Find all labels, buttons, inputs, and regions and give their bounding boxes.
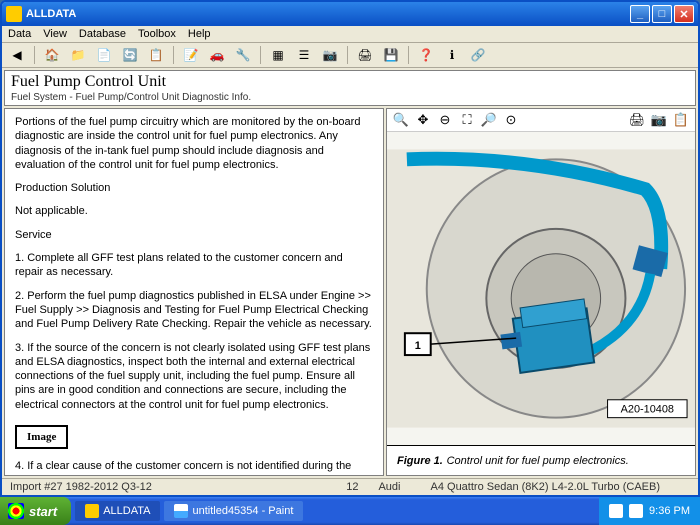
fit-icon[interactable]: ⛶ [459, 112, 475, 128]
minimize-button[interactable]: _ [630, 5, 650, 23]
pan-icon[interactable]: ✥ [415, 112, 431, 128]
start-button[interactable]: start [0, 497, 71, 525]
image-button[interactable]: Image [15, 425, 68, 449]
view1-icon[interactable]: ▦ [269, 46, 287, 64]
close-button[interactable]: ✕ [674, 5, 694, 23]
taskbar: start ALLDATA untitled45354 - Paint 9:36… [0, 497, 700, 525]
tray-icon[interactable] [629, 504, 643, 518]
status-num: 12 [346, 481, 358, 493]
titlebar: ALLDATA _ □ ✕ [2, 2, 698, 26]
menu-data[interactable]: Data [8, 28, 31, 40]
clock: 9:36 PM [649, 505, 690, 517]
task-paint[interactable]: untitled45354 - Paint [164, 501, 303, 521]
app-icon [6, 6, 22, 22]
folder-icon[interactable]: 📁 [69, 46, 87, 64]
para: Service [15, 228, 373, 242]
menu-view[interactable]: View [43, 28, 67, 40]
zoom-out-icon[interactable]: ⊖ [437, 112, 453, 128]
menu-database[interactable]: Database [79, 28, 126, 40]
reset-icon[interactable]: ⊙ [503, 112, 519, 128]
diagram-image[interactable]: 1 A20-10408 [387, 132, 695, 445]
doc-icon[interactable]: 📄 [95, 46, 113, 64]
para: Production Solution [15, 181, 373, 195]
note-icon[interactable]: 📝 [182, 46, 200, 64]
page-subtitle: Fuel System - Fuel Pump/Control Unit Dia… [11, 92, 689, 103]
menubar: Data View Database Toolbox Help [2, 26, 698, 43]
copy-img-icon[interactable]: 📋 [673, 112, 689, 128]
para: 4. If a clear cause of the customer conc… [15, 459, 373, 476]
image-toolbar: 🔍 ✥ ⊖ ⛶ 🔎 ⊙ 🖨 📷 📋 [387, 109, 695, 132]
tool-icon[interactable]: 🔧 [234, 46, 252, 64]
print-icon[interactable]: 🖨 [356, 46, 374, 64]
tray-icon[interactable] [609, 504, 623, 518]
image-panel: 🔍 ✥ ⊖ ⛶ 🔎 ⊙ 🖨 📷 📋 [386, 108, 696, 476]
para: 3. If the source of the concern is not c… [15, 341, 373, 412]
svg-text:A20-10408: A20-10408 [621, 404, 674, 416]
save-icon[interactable]: 💾 [382, 46, 400, 64]
home-icon[interactable]: 🏠 [43, 46, 61, 64]
refresh-icon[interactable]: 🔄 [121, 46, 139, 64]
menu-help[interactable]: Help [188, 28, 211, 40]
extra-icon[interactable]: 🔗 [469, 46, 487, 64]
status-model: A4 Quattro Sedan (8K2) L4-2.0L Turbo (CA… [431, 481, 661, 493]
status-make: Audi [378, 481, 400, 493]
status-dataset: Import #27 1982-2012 Q3-12 [10, 481, 152, 493]
para: 1. Complete all GFF test plans related t… [15, 251, 373, 280]
para: Portions of the fuel pump circuitry whic… [15, 115, 373, 172]
maximize-button[interactable]: □ [652, 5, 672, 23]
svg-text:1: 1 [415, 340, 421, 352]
zoom-in-icon[interactable]: 🔍 [393, 112, 409, 128]
zoom2-icon[interactable]: 🔎 [481, 112, 497, 128]
back-button[interactable]: ◀ [8, 46, 26, 64]
figure-caption: Figure 1. Control unit for fuel pump ele… [387, 445, 695, 475]
print-img-icon[interactable]: 🖨 [629, 112, 645, 128]
task-alldata[interactable]: ALLDATA [75, 501, 160, 521]
page-header: Fuel Pump Control Unit Fuel System - Fue… [4, 70, 696, 106]
system-tray[interactable]: 9:36 PM [599, 497, 700, 525]
camera-img-icon[interactable]: 📷 [651, 112, 667, 128]
app-title: ALLDATA [26, 8, 630, 20]
view2-icon[interactable]: ☰ [295, 46, 313, 64]
menu-toolbox[interactable]: Toolbox [138, 28, 176, 40]
car-icon[interactable]: 🚗 [208, 46, 226, 64]
page-title: Fuel Pump Control Unit [11, 73, 689, 91]
para: 2. Perform the fuel pump diagnostics pub… [15, 289, 373, 332]
statusbar: Import #27 1982-2012 Q3-12 12 Audi A4 Qu… [2, 478, 698, 495]
para: Not applicable. [15, 204, 373, 218]
list-icon[interactable]: 📋 [147, 46, 165, 64]
article-panel[interactable]: Portions of the fuel pump circuitry whic… [4, 108, 384, 476]
toolbar: ◀ 🏠 📁 📄 🔄 📋 📝 🚗 🔧 ▦ ☰ 📷 🖨 💾 ❓ ℹ 🔗 [2, 43, 698, 68]
help-icon[interactable]: ❓ [417, 46, 435, 64]
info-icon[interactable]: ℹ [443, 46, 461, 64]
camera-icon[interactable]: 📷 [321, 46, 339, 64]
